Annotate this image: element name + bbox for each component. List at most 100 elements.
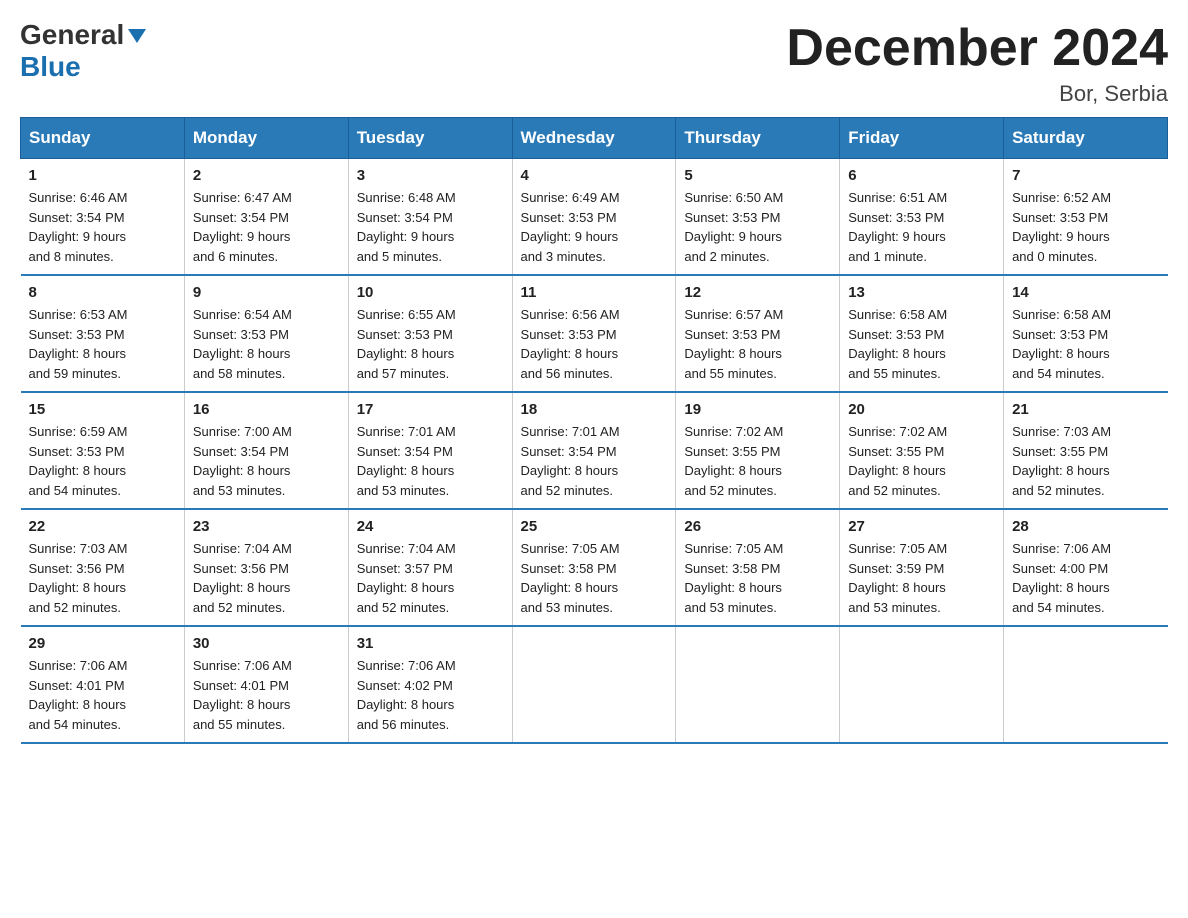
day-info: Sunrise: 6:57 AM Sunset: 3:53 PM Dayligh… <box>684 305 831 383</box>
day-number: 1 <box>29 167 176 184</box>
day-info: Sunrise: 6:58 AM Sunset: 3:53 PM Dayligh… <box>1012 305 1159 383</box>
calendar-table: Sunday Monday Tuesday Wednesday Thursday… <box>20 117 1168 744</box>
day-info: Sunrise: 7:06 AM Sunset: 4:01 PM Dayligh… <box>193 656 340 734</box>
calendar-cell: 23 Sunrise: 7:04 AM Sunset: 3:56 PM Dayli… <box>184 509 348 626</box>
calendar-cell: 12 Sunrise: 6:57 AM Sunset: 3:53 PM Dayli… <box>676 275 840 392</box>
header-saturday: Saturday <box>1004 118 1168 159</box>
day-number: 12 <box>684 284 831 301</box>
day-number: 27 <box>848 518 995 535</box>
day-number: 21 <box>1012 401 1159 418</box>
day-info: Sunrise: 7:02 AM Sunset: 3:55 PM Dayligh… <box>848 422 995 500</box>
calendar-cell: 8Sunrise: 6:53 AM Sunset: 3:53 PM Daylig… <box>21 275 185 392</box>
location-label: Bor, Serbia <box>786 81 1168 107</box>
day-number: 3 <box>357 167 504 184</box>
header-tuesday: Tuesday <box>348 118 512 159</box>
day-info: Sunrise: 6:49 AM Sunset: 3:53 PM Dayligh… <box>521 188 668 266</box>
day-number: 13 <box>848 284 995 301</box>
day-number: 30 <box>193 635 340 652</box>
calendar-cell: 19 Sunrise: 7:02 AM Sunset: 3:55 PM Dayli… <box>676 392 840 509</box>
logo: General Blue <box>20 20 148 83</box>
day-info: Sunrise: 6:54 AM Sunset: 3:53 PM Dayligh… <box>193 305 340 383</box>
calendar-cell <box>676 626 840 743</box>
day-number: 5 <box>684 167 831 184</box>
day-info: Sunrise: 6:46 AM Sunset: 3:54 PM Dayligh… <box>29 188 176 266</box>
day-info: Sunrise: 6:50 AM Sunset: 3:53 PM Dayligh… <box>684 188 831 266</box>
day-number: 25 <box>521 518 668 535</box>
day-info: Sunrise: 6:51 AM Sunset: 3:53 PM Dayligh… <box>848 188 995 266</box>
day-info: Sunrise: 7:06 AM Sunset: 4:00 PM Dayligh… <box>1012 539 1159 617</box>
day-number: 31 <box>357 635 504 652</box>
day-info: Sunrise: 7:03 AM Sunset: 3:56 PM Dayligh… <box>29 539 176 617</box>
day-info: Sunrise: 7:04 AM Sunset: 3:56 PM Dayligh… <box>193 539 340 617</box>
day-number: 2 <box>193 167 340 184</box>
day-number: 6 <box>848 167 995 184</box>
calendar-cell: 20Sunrise: 7:02 AM Sunset: 3:55 PM Dayli… <box>840 392 1004 509</box>
day-info: Sunrise: 7:00 AM Sunset: 3:54 PM Dayligh… <box>193 422 340 500</box>
day-info: Sunrise: 7:04 AM Sunset: 3:57 PM Dayligh… <box>357 539 504 617</box>
calendar-cell: 10Sunrise: 6:55 AM Sunset: 3:53 PM Dayli… <box>348 275 512 392</box>
day-info: Sunrise: 6:52 AM Sunset: 3:53 PM Dayligh… <box>1012 188 1159 266</box>
day-number: 11 <box>521 284 668 301</box>
logo-triangle-icon <box>126 25 148 47</box>
calendar-cell: 25Sunrise: 7:05 AM Sunset: 3:58 PM Dayli… <box>512 509 676 626</box>
header-thursday: Thursday <box>676 118 840 159</box>
header-sunday: Sunday <box>21 118 185 159</box>
calendar-cell: 30 Sunrise: 7:06 AM Sunset: 4:01 PM Dayli… <box>184 626 348 743</box>
calendar-cell: 22 Sunrise: 7:03 AM Sunset: 3:56 PM Dayli… <box>21 509 185 626</box>
calendar-cell: 2 Sunrise: 6:47 AM Sunset: 3:54 PM Daylig… <box>184 159 348 276</box>
calendar-cell: 27 Sunrise: 7:05 AM Sunset: 3:59 PM Dayli… <box>840 509 1004 626</box>
calendar-cell: 28 Sunrise: 7:06 AM Sunset: 4:00 PM Dayli… <box>1004 509 1168 626</box>
calendar-cell: 3 Sunrise: 6:48 AM Sunset: 3:54 PM Daylig… <box>348 159 512 276</box>
calendar-cell: 6 Sunrise: 6:51 AM Sunset: 3:53 PM Daylig… <box>840 159 1004 276</box>
day-number: 8 <box>29 284 176 301</box>
calendar-cell: 13 Sunrise: 6:58 AM Sunset: 3:53 PM Dayli… <box>840 275 1004 392</box>
calendar-cell: 4 Sunrise: 6:49 AM Sunset: 3:53 PM Daylig… <box>512 159 676 276</box>
calendar-cell: 21 Sunrise: 7:03 AM Sunset: 3:55 PM Dayli… <box>1004 392 1168 509</box>
day-info: Sunrise: 7:05 AM Sunset: 3:58 PM Dayligh… <box>684 539 831 617</box>
day-info: Sunrise: 7:06 AM Sunset: 4:01 PM Dayligh… <box>29 656 176 734</box>
day-info: Sunrise: 7:05 AM Sunset: 3:59 PM Dayligh… <box>848 539 995 617</box>
calendar-cell: 24 Sunrise: 7:04 AM Sunset: 3:57 PM Dayli… <box>348 509 512 626</box>
header-wednesday: Wednesday <box>512 118 676 159</box>
calendar-body: 1 Sunrise: 6:46 AM Sunset: 3:54 PM Daylig… <box>21 159 1168 744</box>
day-info: Sunrise: 7:01 AM Sunset: 3:54 PM Dayligh… <box>357 422 504 500</box>
calendar-cell: 11Sunrise: 6:56 AM Sunset: 3:53 PM Dayli… <box>512 275 676 392</box>
calendar-cell: 29 Sunrise: 7:06 AM Sunset: 4:01 PM Dayli… <box>21 626 185 743</box>
day-info: Sunrise: 7:06 AM Sunset: 4:02 PM Dayligh… <box>357 656 504 734</box>
calendar-cell: 16Sunrise: 7:00 AM Sunset: 3:54 PM Dayli… <box>184 392 348 509</box>
calendar-header: Sunday Monday Tuesday Wednesday Thursday… <box>21 118 1168 159</box>
day-info: Sunrise: 6:47 AM Sunset: 3:54 PM Dayligh… <box>193 188 340 266</box>
day-number: 26 <box>684 518 831 535</box>
day-info: Sunrise: 6:58 AM Sunset: 3:53 PM Dayligh… <box>848 305 995 383</box>
day-info: Sunrise: 6:48 AM Sunset: 3:54 PM Dayligh… <box>357 188 504 266</box>
calendar-cell: 26 Sunrise: 7:05 AM Sunset: 3:58 PM Dayli… <box>676 509 840 626</box>
day-number: 4 <box>521 167 668 184</box>
day-number: 24 <box>357 518 504 535</box>
calendar-cell: 17 Sunrise: 7:01 AM Sunset: 3:54 PM Dayli… <box>348 392 512 509</box>
day-number: 29 <box>29 635 176 652</box>
calendar-cell: 7 Sunrise: 6:52 AM Sunset: 3:53 PM Daylig… <box>1004 159 1168 276</box>
day-info: Sunrise: 6:59 AM Sunset: 3:53 PM Dayligh… <box>29 422 176 500</box>
day-number: 28 <box>1012 518 1159 535</box>
header-row: Sunday Monday Tuesday Wednesday Thursday… <box>21 118 1168 159</box>
calendar-cell <box>840 626 1004 743</box>
calendar-cell: 31 Sunrise: 7:06 AM Sunset: 4:02 PM Dayli… <box>348 626 512 743</box>
calendar-cell: 9Sunrise: 6:54 AM Sunset: 3:53 PM Daylig… <box>184 275 348 392</box>
day-info: Sunrise: 7:01 AM Sunset: 3:54 PM Dayligh… <box>521 422 668 500</box>
calendar-cell: 5 Sunrise: 6:50 AM Sunset: 3:53 PM Daylig… <box>676 159 840 276</box>
day-info: Sunrise: 6:55 AM Sunset: 3:53 PM Dayligh… <box>357 305 504 383</box>
day-info: Sunrise: 7:02 AM Sunset: 3:55 PM Dayligh… <box>684 422 831 500</box>
calendar-week-4: 29 Sunrise: 7:06 AM Sunset: 4:01 PM Dayli… <box>21 626 1168 743</box>
day-number: 19 <box>684 401 831 418</box>
calendar-week-2: 15Sunrise: 6:59 AM Sunset: 3:53 PM Dayli… <box>21 392 1168 509</box>
header-friday: Friday <box>840 118 1004 159</box>
day-number: 18 <box>521 401 668 418</box>
day-info: Sunrise: 7:03 AM Sunset: 3:55 PM Dayligh… <box>1012 422 1159 500</box>
calendar-week-0: 1 Sunrise: 6:46 AM Sunset: 3:54 PM Daylig… <box>21 159 1168 276</box>
page-header: General Blue December 2024 Bor, Serbia <box>20 20 1168 107</box>
day-number: 23 <box>193 518 340 535</box>
day-number: 22 <box>29 518 176 535</box>
day-number: 17 <box>357 401 504 418</box>
day-number: 7 <box>1012 167 1159 184</box>
calendar-cell: 1 Sunrise: 6:46 AM Sunset: 3:54 PM Daylig… <box>21 159 185 276</box>
